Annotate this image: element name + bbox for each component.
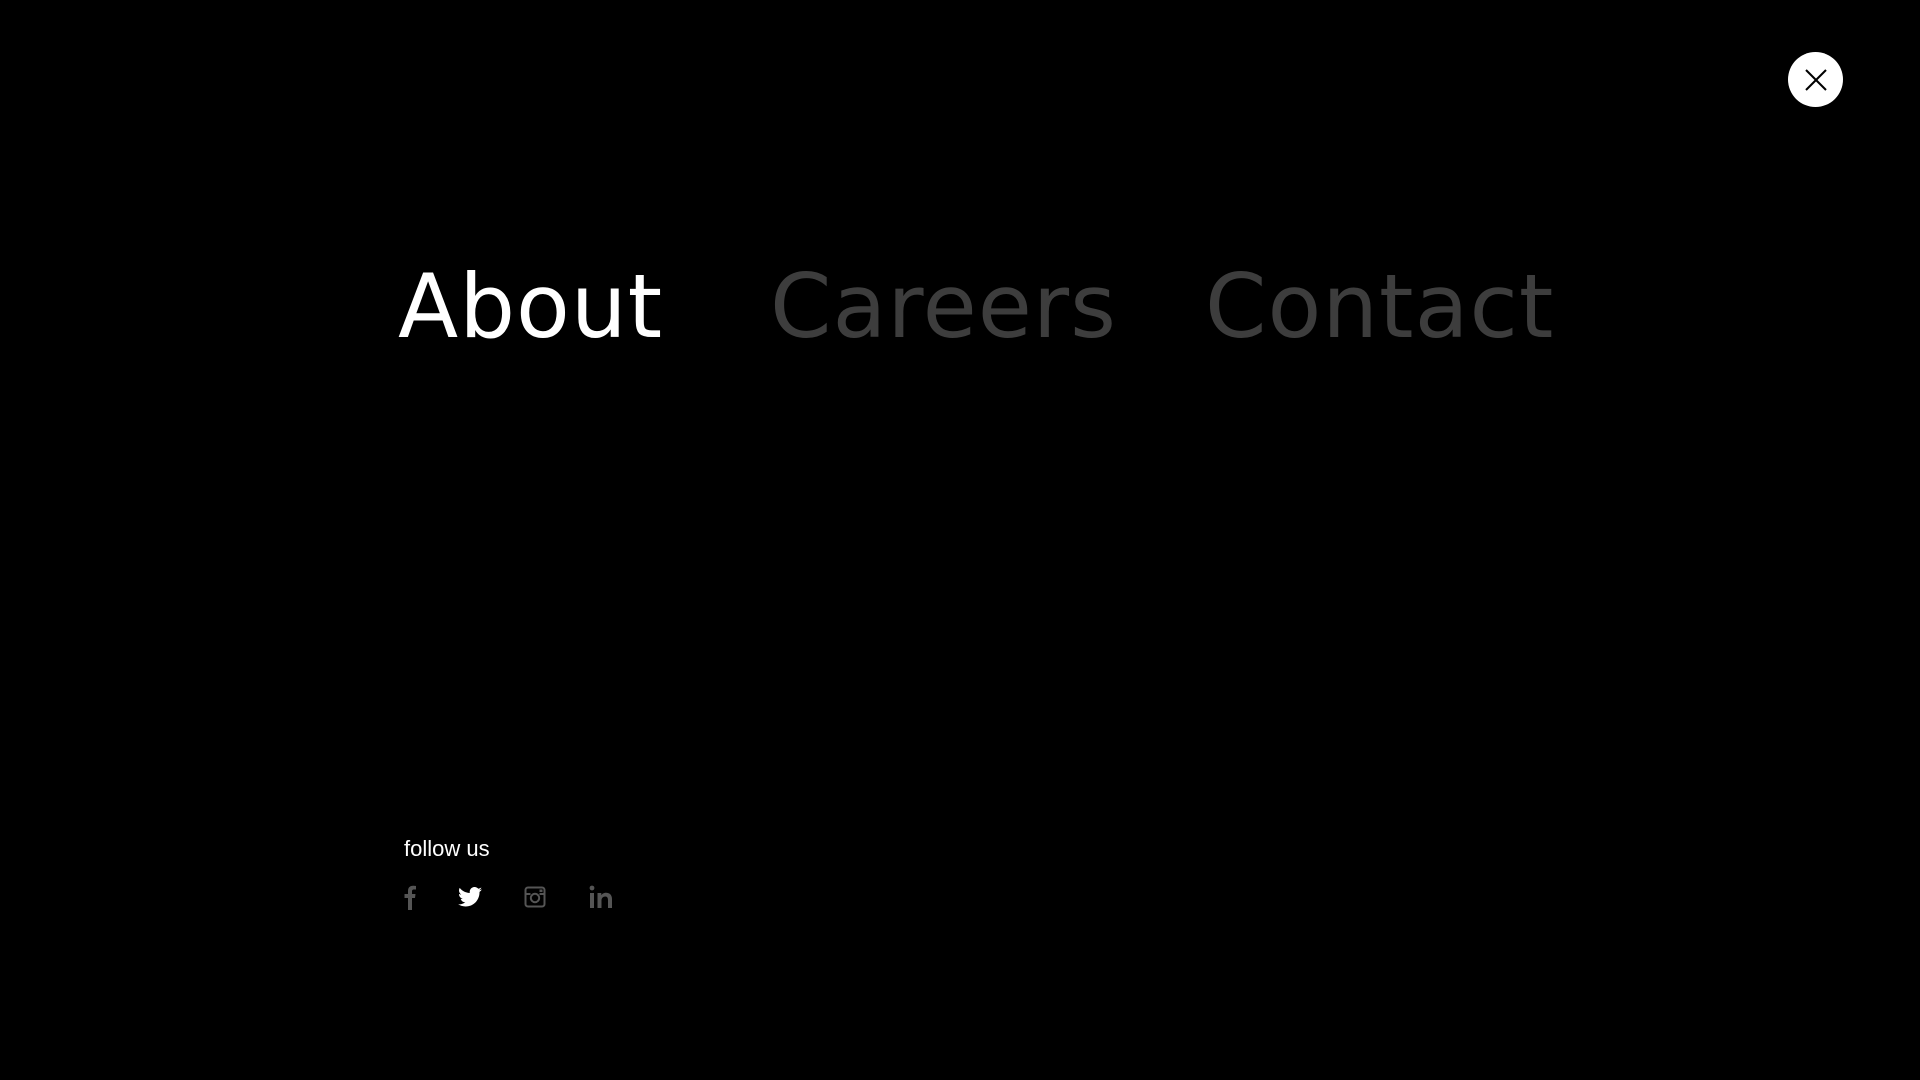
- linkedin-link[interactable]: [589, 882, 613, 912]
- follow-label: follow us: [404, 836, 490, 861]
- facebook-link[interactable]: [404, 882, 416, 912]
- nav-item-contact[interactable]: Contact: [1205, 252, 1554, 362]
- instagram-link[interactable]: [524, 882, 546, 912]
- social-links: [404, 882, 644, 914]
- twitter-link[interactable]: [458, 882, 482, 912]
- close-button[interactable]: [1788, 52, 1843, 107]
- facebook-icon: [404, 885, 416, 910]
- instagram-icon: [524, 886, 546, 908]
- nav-item-careers[interactable]: Careers: [770, 252, 1117, 362]
- nav-item-about[interactable]: About: [398, 252, 663, 362]
- follow-section: follow us: [404, 832, 612, 910]
- close-icon: [1804, 68, 1827, 91]
- linkedin-icon: [589, 885, 612, 908]
- twitter-icon: [458, 887, 482, 907]
- menu-overlay: About Careers Contact follow us: [0, 0, 1920, 1080]
